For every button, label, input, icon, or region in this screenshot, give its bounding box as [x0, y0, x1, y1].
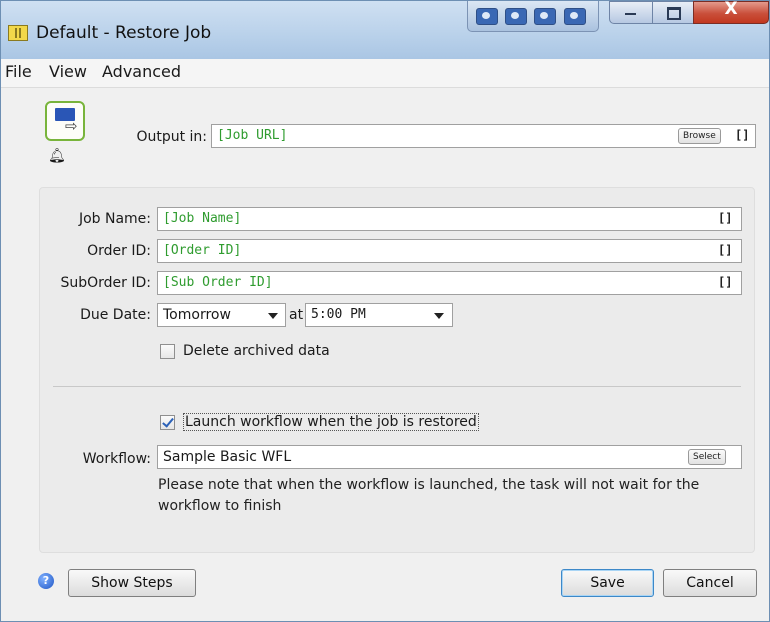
workflow-value: Sample Basic WFL: [163, 449, 292, 465]
titlebar-tools: [467, 1, 599, 32]
delete-archived-label[interactable]: Delete archived data: [183, 343, 330, 359]
maximize-button[interactable]: [652, 1, 694, 24]
workflow-note: Please note that when the workflow is la…: [158, 477, 700, 514]
output-variable-button[interactable]: []: [735, 128, 749, 142]
menu-advanced[interactable]: Advanced: [102, 62, 181, 81]
dropdown-caret-icon: [434, 313, 444, 319]
workflow-field[interactable]: Sample Basic WFL Select: [157, 445, 742, 469]
title-bar[interactable]: Default - Restore Job X: [1, 0, 769, 59]
output-label: Output in:: [136, 129, 207, 145]
suborder-id-field[interactable]: [Sub Order ID] []: [157, 271, 742, 295]
window-title: Default - Restore Job: [36, 23, 212, 43]
tool-icon-1[interactable]: [476, 8, 498, 25]
browse-button[interactable]: Browse: [678, 128, 721, 144]
tool-icon-4[interactable]: [564, 8, 586, 25]
job-name-value: [Job Name]: [163, 211, 242, 226]
help-icon[interactable]: ?: [38, 573, 54, 589]
tool-icon-2[interactable]: [505, 8, 527, 25]
tool-icon-3[interactable]: [534, 8, 556, 25]
suborder-id-label: SubOrder ID:: [60, 275, 151, 291]
menu-file[interactable]: File: [5, 62, 32, 81]
due-date-value: Tomorrow: [163, 307, 231, 323]
bell-icon[interactable]: 🔔︎: [48, 149, 66, 163]
menu-view[interactable]: View: [49, 62, 87, 81]
job-name-variable-button[interactable]: []: [718, 211, 732, 225]
close-button[interactable]: X: [693, 0, 769, 24]
job-settings-icon[interactable]: ⇨: [45, 101, 85, 141]
due-date-label: Due Date:: [80, 307, 151, 323]
show-steps-button[interactable]: Show Steps: [68, 569, 196, 597]
job-name-field[interactable]: [Job Name] []: [157, 207, 742, 231]
cancel-button[interactable]: Cancel: [663, 569, 757, 597]
arrow-icon: ⇨: [65, 117, 78, 135]
due-time-value: 5:00 PM: [311, 307, 366, 322]
order-id-variable-button[interactable]: []: [718, 243, 732, 257]
job-name-label: Job Name:: [78, 211, 151, 227]
close-icon: X: [724, 0, 738, 19]
menu-bar: File View Advanced: [1, 59, 769, 88]
due-time-select[interactable]: 5:00 PM: [305, 303, 453, 327]
order-id-label: Order ID:: [87, 243, 151, 259]
launch-workflow-label[interactable]: Launch workflow when the job is restored: [183, 413, 479, 431]
order-id-value: [Order ID]: [163, 243, 242, 258]
output-value: [Job URL]: [217, 128, 288, 143]
workflow-label: Workflow:: [82, 451, 151, 467]
launch-workflow-checkbox[interactable]: [160, 415, 175, 430]
save-button[interactable]: Save: [561, 569, 654, 597]
workflow-select-button[interactable]: Select: [688, 449, 726, 465]
order-id-field[interactable]: [Order ID] []: [157, 239, 742, 263]
minimize-button[interactable]: [609, 1, 653, 24]
restore-job-window: Default - Restore Job X File View Advanc…: [0, 0, 770, 622]
suborder-id-variable-button[interactable]: []: [718, 275, 732, 289]
dropdown-caret-icon: [268, 313, 278, 319]
app-icon: [8, 25, 28, 41]
section-divider: [53, 386, 741, 387]
output-field[interactable]: [Job URL] Browse []: [211, 124, 756, 148]
due-at-label: at: [289, 307, 304, 323]
delete-archived-checkbox[interactable]: [160, 344, 175, 359]
due-date-select[interactable]: Tomorrow: [157, 303, 286, 327]
suborder-id-value: [Sub Order ID]: [163, 275, 273, 290]
